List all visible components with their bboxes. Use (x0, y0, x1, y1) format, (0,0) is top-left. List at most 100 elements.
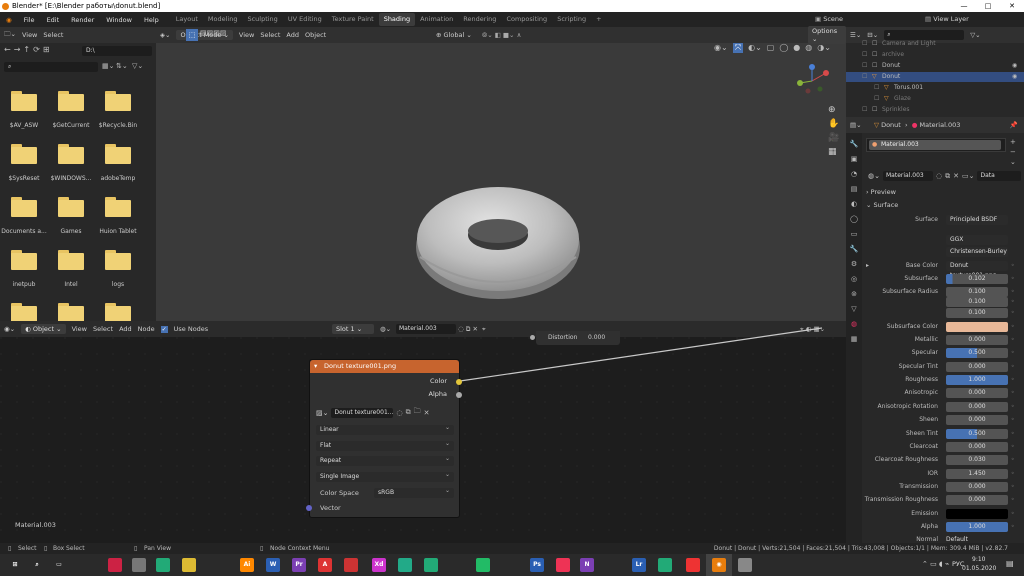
navigation-gizmo[interactable] (792, 63, 832, 99)
menu-edit[interactable]: Edit (41, 16, 66, 24)
properties-editor-icon[interactable]: ▤⌄ (850, 121, 862, 129)
outliner-row[interactable]: ☐ ☐ Donut ◉ (846, 61, 1024, 71)
socket-link-icon[interactable]: ◦ (1011, 298, 1015, 305)
image-fake-user-icon[interactable]: ◌ (396, 409, 402, 417)
tab-sculpting[interactable]: Sculpting (242, 13, 282, 26)
checkbox-icon[interactable]: ☐ (862, 50, 867, 60)
minimize-button[interactable]: — (952, 0, 976, 12)
prop-value[interactable]: GGX (946, 235, 1008, 245)
acrobat-icon[interactable]: A (318, 558, 332, 572)
outliner-row[interactable]: ☐ ☐ Sprinkles (846, 105, 1024, 115)
folder-icon[interactable] (58, 303, 84, 323)
pivot-icon[interactable]: ⦾⌄ ◧ ■⌄ ∧ (482, 31, 521, 40)
app-icon[interactable] (556, 558, 570, 572)
tray-icons[interactable]: ⌃ ▭ ◖ ⌁ (922, 560, 949, 568)
tab-texture-paint[interactable]: Texture Paint (327, 13, 379, 26)
unlink-material-icon[interactable]: ✕ (953, 172, 959, 180)
scene-selector[interactable]: ▣ Scene (815, 13, 875, 26)
app-icon[interactable] (398, 558, 412, 572)
socket-link-icon[interactable]: ◦ (1011, 275, 1015, 282)
app-icon[interactable] (344, 558, 358, 572)
tab-object-icon[interactable]: 🔧 (849, 244, 859, 254)
tab-compositing[interactable]: Compositing (501, 13, 552, 26)
socket-link-icon[interactable]: ◦ (1011, 309, 1015, 316)
checkbox-icon[interactable]: ☐ (874, 83, 879, 93)
tab-uv-editing[interactable]: UV Editing (283, 13, 327, 26)
socket-link-icon[interactable]: ◦ (1011, 389, 1015, 396)
tab-render-icon[interactable]: ▣ (849, 154, 859, 164)
socket-link-icon[interactable]: ◦ (1011, 363, 1015, 370)
prop-value[interactable]: Christensen-Burley (946, 247, 1008, 257)
prop-value[interactable] (946, 322, 1008, 332)
link-data-dropdown[interactable]: Data (977, 171, 1022, 181)
maximize-button[interactable]: □ (976, 0, 1000, 12)
windows-start-icon[interactable]: ⊞ (8, 558, 22, 572)
tab-animation[interactable]: Animation (415, 13, 458, 26)
illustrator-icon[interactable]: Ai (240, 558, 254, 572)
folder-icon[interactable] (58, 250, 84, 270)
prop-value[interactable]: 0.100 (946, 308, 1008, 318)
vp-menu-view[interactable]: View (239, 31, 254, 39)
tab-material-icon[interactable]: ▦ (849, 334, 859, 344)
editor-type-icon[interactable]: 🗀⌄ (4, 30, 16, 41)
socket-link-icon[interactable]: ◦ (1011, 376, 1015, 383)
duplicate-material-icon[interactable]: ⧉ (945, 172, 950, 181)
onenote-icon[interactable]: N (580, 558, 594, 572)
socket-link-icon[interactable]: ◦ (1011, 262, 1015, 269)
tab-view-layer-icon[interactable]: ▤ (849, 184, 859, 194)
socket-link-icon[interactable]: ◦ (1011, 456, 1015, 463)
checkbox-icon[interactable]: ☐ (874, 94, 879, 104)
parent-dir-icon[interactable]: ↑ (23, 45, 30, 54)
folder-icon[interactable] (105, 250, 131, 270)
search-icon[interactable]: ⌕ (30, 558, 44, 572)
app-icon[interactable] (108, 558, 122, 572)
output-color-socket[interactable] (456, 379, 462, 385)
pan-hand-icon[interactable]: ✋ (828, 119, 839, 129)
prop-value[interactable]: 1.450 (946, 469, 1008, 479)
tab-world-icon[interactable]: ◯ (849, 214, 859, 224)
folder-icon[interactable] (105, 197, 131, 217)
socket-link-icon[interactable]: ◦ (1011, 496, 1015, 503)
extension-dropdown[interactable]: Repeat (316, 454, 454, 466)
preview-section[interactable]: › Preview (866, 188, 896, 196)
checkbox-icon[interactable]: ☐ (862, 39, 867, 49)
collapse-arrow-icon[interactable]: ▾ (314, 360, 317, 373)
folder-icon[interactable] (105, 303, 131, 323)
tab-tool-icon[interactable]: 🔧 (849, 139, 859, 149)
donut-mesh[interactable] (414, 177, 584, 305)
projection-dropdown[interactable]: Flat (316, 439, 454, 451)
prop-value[interactable]: 0.500 (946, 429, 1008, 439)
zoom-icon[interactable]: ⊕ (828, 105, 839, 115)
fb-menu-select[interactable]: Select (43, 31, 63, 39)
transform-orientation[interactable]: ⊕ Global ⌄ (436, 31, 472, 39)
outliner-row[interactable]: ☐ ▽ Glaze (846, 94, 1024, 104)
eye-icon[interactable]: ◉ (1012, 72, 1017, 82)
clock-time[interactable]: 9:10 (972, 556, 985, 563)
camera-view-icon[interactable]: 🎥 (828, 133, 839, 143)
prop-value[interactable]: 1.000 (946, 522, 1008, 532)
select-tool-icon[interactable]: ⬚ (186, 29, 198, 41)
app-icon[interactable] (182, 558, 196, 572)
prop-value[interactable]: Principled BSDF (946, 215, 1008, 225)
notification-icon[interactable]: ▤ (1006, 559, 1014, 568)
vp-menu-select[interactable]: Select (260, 31, 280, 39)
prop-value[interactable]: 0.102 (946, 274, 1008, 284)
folder-icon[interactable] (11, 91, 37, 111)
base-color-expand-icon[interactable]: ▸ (866, 262, 869, 269)
gizmo-icon[interactable]: ⤧ (732, 43, 744, 53)
new-folder-icon[interactable]: ⊞ (43, 45, 50, 54)
menu-window[interactable]: Window (100, 16, 138, 24)
prop-value[interactable]: 0.000 (946, 442, 1008, 452)
tab-modeling[interactable]: Modeling (203, 13, 243, 26)
prop-value[interactable]: 0.030 (946, 455, 1008, 465)
source-dropdown[interactable]: Single Image (316, 470, 454, 482)
outliner-editor-icon[interactable]: ☰⌄ (850, 31, 861, 39)
shading-material-icon[interactable]: ◍ (805, 43, 812, 53)
viewport-3d[interactable]: ◈⌄ Object Mode ⌄ View Select Add Object … (156, 26, 846, 321)
socket-link-icon[interactable]: ◦ (1011, 523, 1015, 530)
prop-value[interactable]: Donut texture001.png (946, 261, 1008, 279)
close-button[interactable]: ✕ (1000, 0, 1024, 12)
outliner-filter-icon[interactable]: ▽⌄ (970, 31, 980, 39)
prop-value[interactable]: 0.000 (946, 482, 1008, 492)
vp-menu-object[interactable]: Object (305, 31, 326, 39)
